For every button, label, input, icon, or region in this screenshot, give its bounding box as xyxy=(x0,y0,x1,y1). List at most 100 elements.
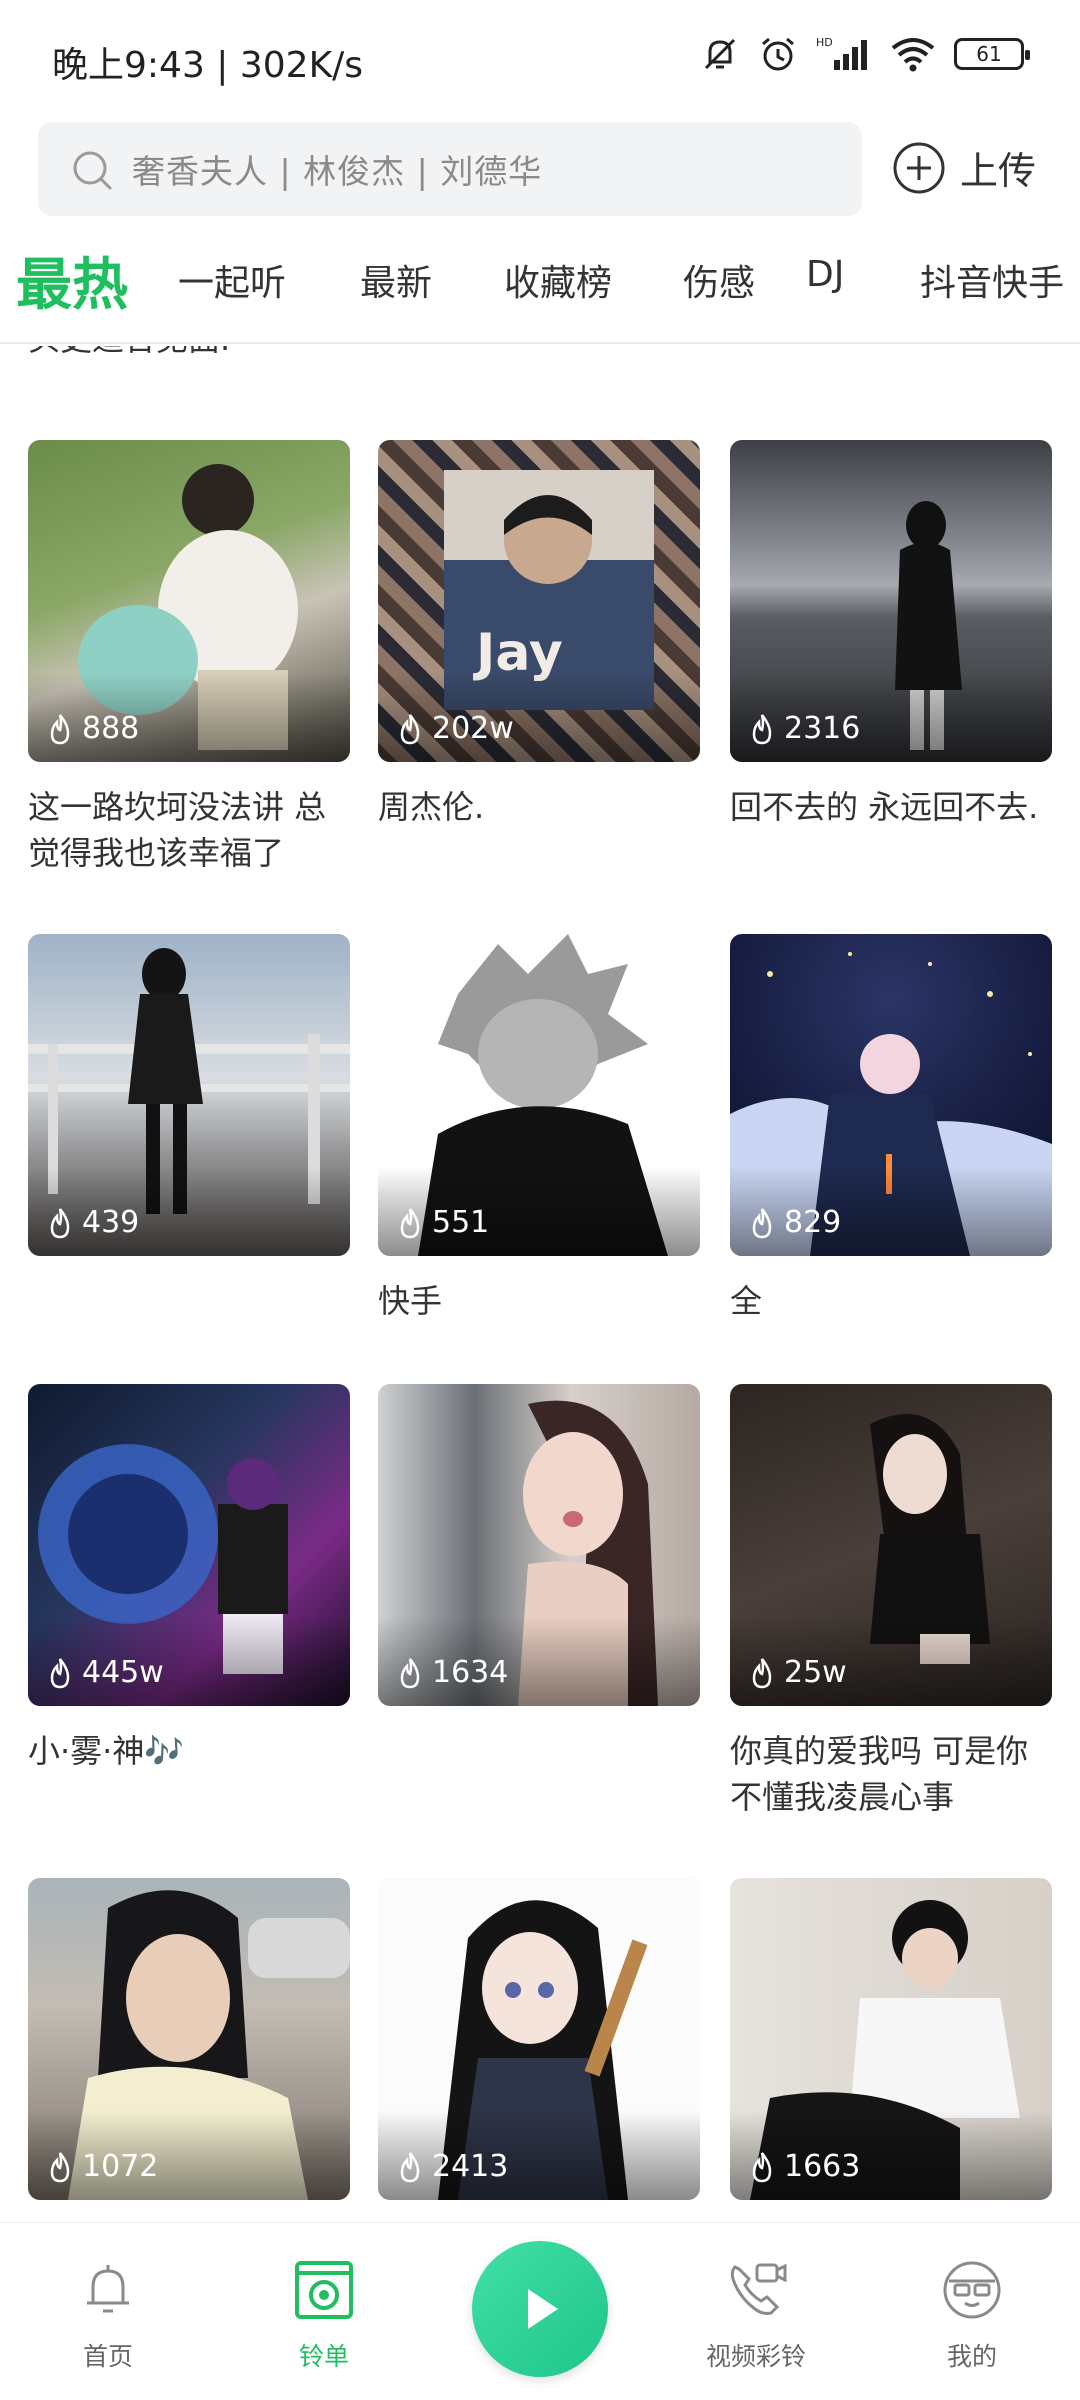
search-icon xyxy=(73,151,112,190)
tab-douyin-kuaishou[interactable]: 抖音快手 xyxy=(920,254,1064,306)
nav-home-label: 首页 xyxy=(82,2342,133,2371)
status-time: 晚上9:43 | 302K/s xyxy=(52,45,364,86)
play-count-value: 2316 xyxy=(784,711,861,746)
playlist-card[interactable]: 1072 xyxy=(28,1878,350,2222)
playlist-title: 全 xyxy=(730,1282,763,1320)
play-count: 2413 xyxy=(396,2149,508,2184)
nav-playlist-label: 铃单 xyxy=(298,2342,349,2371)
play-count: 1634 xyxy=(396,1655,508,1690)
playlist-cover: 829 xyxy=(730,934,1052,1256)
play-count-value: 551 xyxy=(432,1205,490,1240)
tab-dj[interactable]: DJ xyxy=(806,254,844,295)
play-count-value: 829 xyxy=(784,1205,842,1240)
wifi-icon xyxy=(891,38,935,72)
play-count-value: 1072 xyxy=(82,2149,159,2184)
playlist-cover: 2413 xyxy=(378,1878,700,2200)
search-input[interactable]: 奢香夫人 | 林俊杰 | 刘德华 xyxy=(38,122,862,216)
tab-newest[interactable]: 最新 xyxy=(360,254,432,306)
playlist-cover: 2316 xyxy=(730,440,1052,762)
hd-signal-icon: HD xyxy=(816,36,867,70)
playlist-card[interactable]: 1663 xyxy=(730,1878,1052,2222)
playlist-cover: 25w xyxy=(730,1384,1052,1706)
playlist-cover: 439 xyxy=(28,934,350,1256)
playlist-card[interactable]: 888 这一路坎坷没法讲 总觉得我也该幸福了 xyxy=(28,440,350,876)
playlist-card[interactable]: 551 快手 xyxy=(378,934,700,1324)
flame-icon xyxy=(50,713,70,744)
play-count: 439 xyxy=(46,1205,139,1240)
playlist-cover: 1072 xyxy=(28,1878,350,2200)
playlist-grid: 头更适合见面. 888 这一路坎坷没法讲 总觉得我也该幸福了 xyxy=(0,346,1080,2222)
playlist-card[interactable]: 2316 回不去的 永远回不去. xyxy=(730,440,1052,830)
flame-icon xyxy=(400,713,420,744)
search-placeholder: 奢香夫人 | 林俊杰 | 刘德华 xyxy=(132,152,543,191)
battery-icon: 61 xyxy=(954,38,1030,70)
upload-label: 上传 xyxy=(959,149,1036,193)
upload-button[interactable]: 上传 xyxy=(892,140,1036,195)
partial-card-title: 头更适合见面. xyxy=(28,346,230,360)
playlist-cover: Jay 202w xyxy=(378,440,700,762)
nav-home[interactable]: 首页 xyxy=(38,2257,178,2373)
flame-icon xyxy=(752,713,772,744)
nav-mine-label: 我的 xyxy=(946,2342,997,2371)
mute-bell-icon xyxy=(704,38,736,70)
search-row: 奢香夫人 | 林俊杰 | 刘德华 上传 xyxy=(0,122,1080,218)
playlist-title: 这一路坎坷没法讲 总觉得我也该幸福了 xyxy=(28,788,327,872)
flame-icon xyxy=(752,1657,772,1688)
flame-icon xyxy=(50,2151,70,2182)
play-count-value: 439 xyxy=(82,1205,140,1240)
play-count-value: 1663 xyxy=(784,2149,861,2184)
plus-circle-icon xyxy=(893,142,945,193)
play-count: 25w xyxy=(748,1655,847,1690)
music-disc-icon xyxy=(295,2261,353,2319)
play-count: 551 xyxy=(396,1205,489,1240)
flame-icon xyxy=(50,1207,70,1238)
playlist-card[interactable]: 1634 xyxy=(378,1384,700,1728)
playlist-cover: 888 xyxy=(28,440,350,762)
playlist-cover: 551 xyxy=(378,934,700,1256)
play-count-value: 202w xyxy=(432,711,514,746)
playlist-cover: 1663 xyxy=(730,1878,1052,2200)
play-count-value: 888 xyxy=(82,711,140,746)
status-bar: 晚上9:43 | 302K/s HD 61 xyxy=(0,0,1080,120)
playlist-title: 快手 xyxy=(378,1282,443,1320)
playlist-card[interactable]: Jay 202w 周杰伦. xyxy=(378,440,700,830)
playlist-cover: 1634 xyxy=(378,1384,700,1706)
bottom-nav: 首页 铃单 视频彩铃 我的 xyxy=(0,2222,1080,2400)
playlist-card[interactable]: 445w 小·雾·神🎶 xyxy=(28,1384,350,1774)
bell-icon xyxy=(87,2265,129,2313)
playlist-card[interactable]: 25w 你真的爱我吗 可是你不懂我凌晨心事 xyxy=(730,1384,1052,1820)
nav-playlist[interactable]: 铃单 xyxy=(254,2257,394,2373)
play-icon xyxy=(528,2289,558,2329)
nav-video-ringtone-label: 视频彩铃 xyxy=(705,2342,806,2371)
play-count-value: 2413 xyxy=(432,2149,509,2184)
profile-glasses-icon xyxy=(943,2261,1001,2319)
playlist-title: 周杰伦. xyxy=(378,788,485,826)
flame-icon xyxy=(400,1207,420,1238)
playlist-cover: 445w xyxy=(28,1384,350,1706)
flame-icon xyxy=(752,2151,772,2182)
tab-sad[interactable]: 伤感 xyxy=(683,254,755,306)
alarm-icon xyxy=(762,37,794,71)
playlist-card[interactable]: 439 xyxy=(28,934,350,1278)
playlist-card[interactable]: 829 全 xyxy=(730,934,1052,1324)
tab-hottest[interactable]: 最热 xyxy=(16,240,128,321)
flame-icon xyxy=(400,1657,420,1688)
flame-icon xyxy=(752,1207,772,1238)
play-count: 829 xyxy=(748,1205,841,1240)
flame-icon xyxy=(400,2151,420,2182)
video-call-icon xyxy=(730,2263,787,2315)
tab-favorites-chart[interactable]: 收藏榜 xyxy=(504,254,612,306)
status-icons: HD 61 xyxy=(700,34,1030,74)
play-count: 445w xyxy=(46,1655,164,1690)
playlist-card[interactable]: 2413 xyxy=(378,1878,700,2222)
tab-listen-together[interactable]: 一起听 xyxy=(178,254,286,306)
category-tabs: 最热 一起听 最新 收藏榜 伤感 DJ 抖音快手 xyxy=(0,232,1080,344)
play-button[interactable] xyxy=(472,2241,608,2377)
playlist-title: 回不去的 永远回不去. xyxy=(730,788,1039,826)
nav-mine[interactable]: 我的 xyxy=(902,2257,1042,2373)
battery-level: 61 xyxy=(976,42,1002,66)
flame-icon xyxy=(50,1657,70,1688)
nav-video-ringtone[interactable]: 视频彩铃 xyxy=(686,2257,826,2373)
play-count: 1072 xyxy=(46,2149,158,2184)
play-count: 202w xyxy=(396,711,514,746)
